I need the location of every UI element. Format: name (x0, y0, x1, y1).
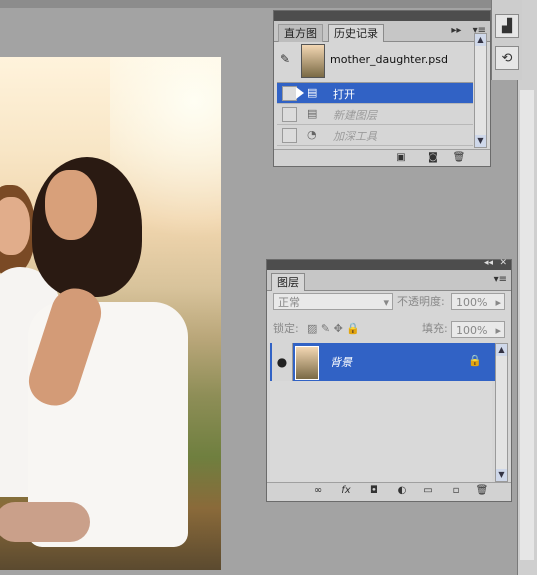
history-item-label: 打开 (333, 88, 355, 101)
panel-titlebar[interactable] (274, 11, 490, 21)
fill-field[interactable]: 100% ▸ (451, 321, 505, 338)
scroll-up-icon[interactable]: ▲ (475, 34, 486, 46)
lock-image-icon[interactable]: ✎ (321, 322, 330, 335)
folder-icon[interactable]: ▭ (421, 485, 435, 497)
new-document-from-state-icon[interactable]: ▣ (394, 152, 408, 164)
trash-icon[interactable]: 🗑 (475, 485, 489, 497)
blend-mode-value: 正常 (278, 296, 300, 309)
burn-tool-icon: ◔ (307, 128, 317, 141)
layers-panel: ◂◂ ✕ 图层 ▾≡ 正常 ▾ 不透明度: 100% ▸ 锁定: ▨ ✎ ✥ 🔒… (266, 258, 512, 502)
history-item-new-layer[interactable]: ▤ 新建图层 (277, 104, 473, 125)
new-layer-icon[interactable]: ▫ (449, 485, 463, 497)
lock-icon: 🔒 (468, 354, 482, 367)
panel-dock: ▟ ⟲ (491, 0, 522, 80)
lock-position-icon[interactable]: ✥ (334, 322, 343, 335)
history-source-checkbox[interactable] (282, 128, 297, 143)
opacity-field[interactable]: 100% ▸ (451, 293, 505, 310)
lock-label: 锁定: (273, 322, 299, 335)
mask-icon[interactable]: ◘ (367, 485, 381, 497)
collapse-icon[interactable]: ▸▸ (451, 25, 461, 36)
opacity-label: 不透明度: (397, 295, 445, 308)
link-icon[interactable]: ∞ (311, 485, 325, 497)
history-panel: 直方图 历史记录 ▸▸ ▾≡ ✎ mother_daughter.psd ▤ 打… (273, 10, 491, 167)
layers-tabs: 图层 ▾≡ (267, 270, 511, 291)
legs (0, 502, 90, 542)
fill-value: 100% (456, 324, 488, 337)
panel-titlebar[interactable]: ◂◂ ✕ (267, 258, 511, 270)
lock-all-icon[interactable]: 🔒 (346, 322, 360, 335)
history-item-label: 加深工具 (333, 130, 377, 143)
history-state-slider-icon[interactable] (296, 87, 304, 99)
history-icon[interactable]: ⟲ (495, 46, 519, 70)
history-item-burn-tool[interactable]: ◔ 加深工具 (277, 125, 473, 146)
layer-list: ● 背景 🔒 (270, 343, 496, 482)
scroll-up-icon[interactable]: ▲ (496, 344, 507, 356)
history-scrollbar[interactable]: ▲ ▼ (474, 33, 487, 148)
snapshot-thumbnail (301, 44, 325, 78)
tab-history[interactable]: 历史记录 (328, 24, 384, 42)
scroll-down-icon[interactable]: ▼ (475, 135, 486, 147)
fill-label: 填充: (422, 322, 448, 335)
history-brush-source-icon[interactable]: ✎ (280, 52, 294, 66)
document-image[interactable] (0, 57, 221, 570)
history-snapshot[interactable]: ✎ mother_daughter.psd (277, 42, 475, 80)
panel-menu-icon[interactable]: ▾≡ (494, 274, 507, 285)
tab-histogram[interactable]: 直方图 (278, 24, 323, 42)
chevron-down-icon: ▾ (383, 296, 389, 309)
document-icon: ▤ (307, 107, 318, 120)
history-source-checkbox[interactable] (282, 107, 297, 122)
history-item-label: 新建图层 (333, 109, 377, 122)
history-tabs: 直方图 历史记录 ▸▸ ▾≡ (274, 21, 490, 42)
trash-icon[interactable]: 🗑 (452, 152, 466, 164)
child-face (0, 197, 30, 255)
layers-scrollbar[interactable]: ▲ ▼ (495, 343, 508, 482)
collapse-icon[interactable]: ◂◂ (484, 258, 493, 268)
top-ruler (0, 0, 517, 8)
layers-bottom-bar: ∞ fx ◘ ◐ ▭ ▫ 🗑 (267, 482, 511, 501)
snapshot-name: mother_daughter.psd (330, 53, 448, 66)
layer-row-background[interactable]: ● 背景 🔒 (270, 343, 496, 381)
history-bottom-bar: ▣ ◙ 🗑 (274, 149, 490, 166)
histogram-icon[interactable]: ▟ (495, 14, 519, 38)
history-source-checkbox[interactable] (282, 86, 297, 101)
layer-thumbnail (295, 346, 319, 380)
layer-name: 背景 (330, 356, 352, 369)
close-icon[interactable]: ✕ (499, 258, 507, 268)
blend-mode-select[interactable]: 正常 ▾ (273, 293, 393, 310)
lock-icons: ▨ ✎ ✥ 🔒 (307, 322, 360, 335)
scroll-track[interactable] (520, 90, 534, 560)
adjustment-icon[interactable]: ◐ (395, 485, 409, 497)
opacity-value: 100% (456, 296, 488, 309)
tab-layers[interactable]: 图层 (271, 273, 305, 291)
mother-face (45, 170, 97, 240)
document-icon: ▤ (307, 86, 318, 99)
history-list: ▤ 打开 ▤ 新建图层 ◔ 加深工具 (277, 82, 473, 151)
camera-icon[interactable]: ◙ (426, 152, 440, 164)
chevron-right-icon: ▸ (495, 324, 501, 337)
eye-icon[interactable]: ● (272, 343, 293, 381)
right-scrollbar[interactable] (517, 0, 537, 575)
history-item-open[interactable]: ▤ 打开 (277, 83, 473, 104)
chevron-right-icon: ▸ (495, 296, 501, 309)
lock-transparent-icon[interactable]: ▨ (307, 322, 317, 335)
scroll-down-icon[interactable]: ▼ (496, 469, 507, 481)
fx-icon[interactable]: fx (339, 485, 353, 497)
